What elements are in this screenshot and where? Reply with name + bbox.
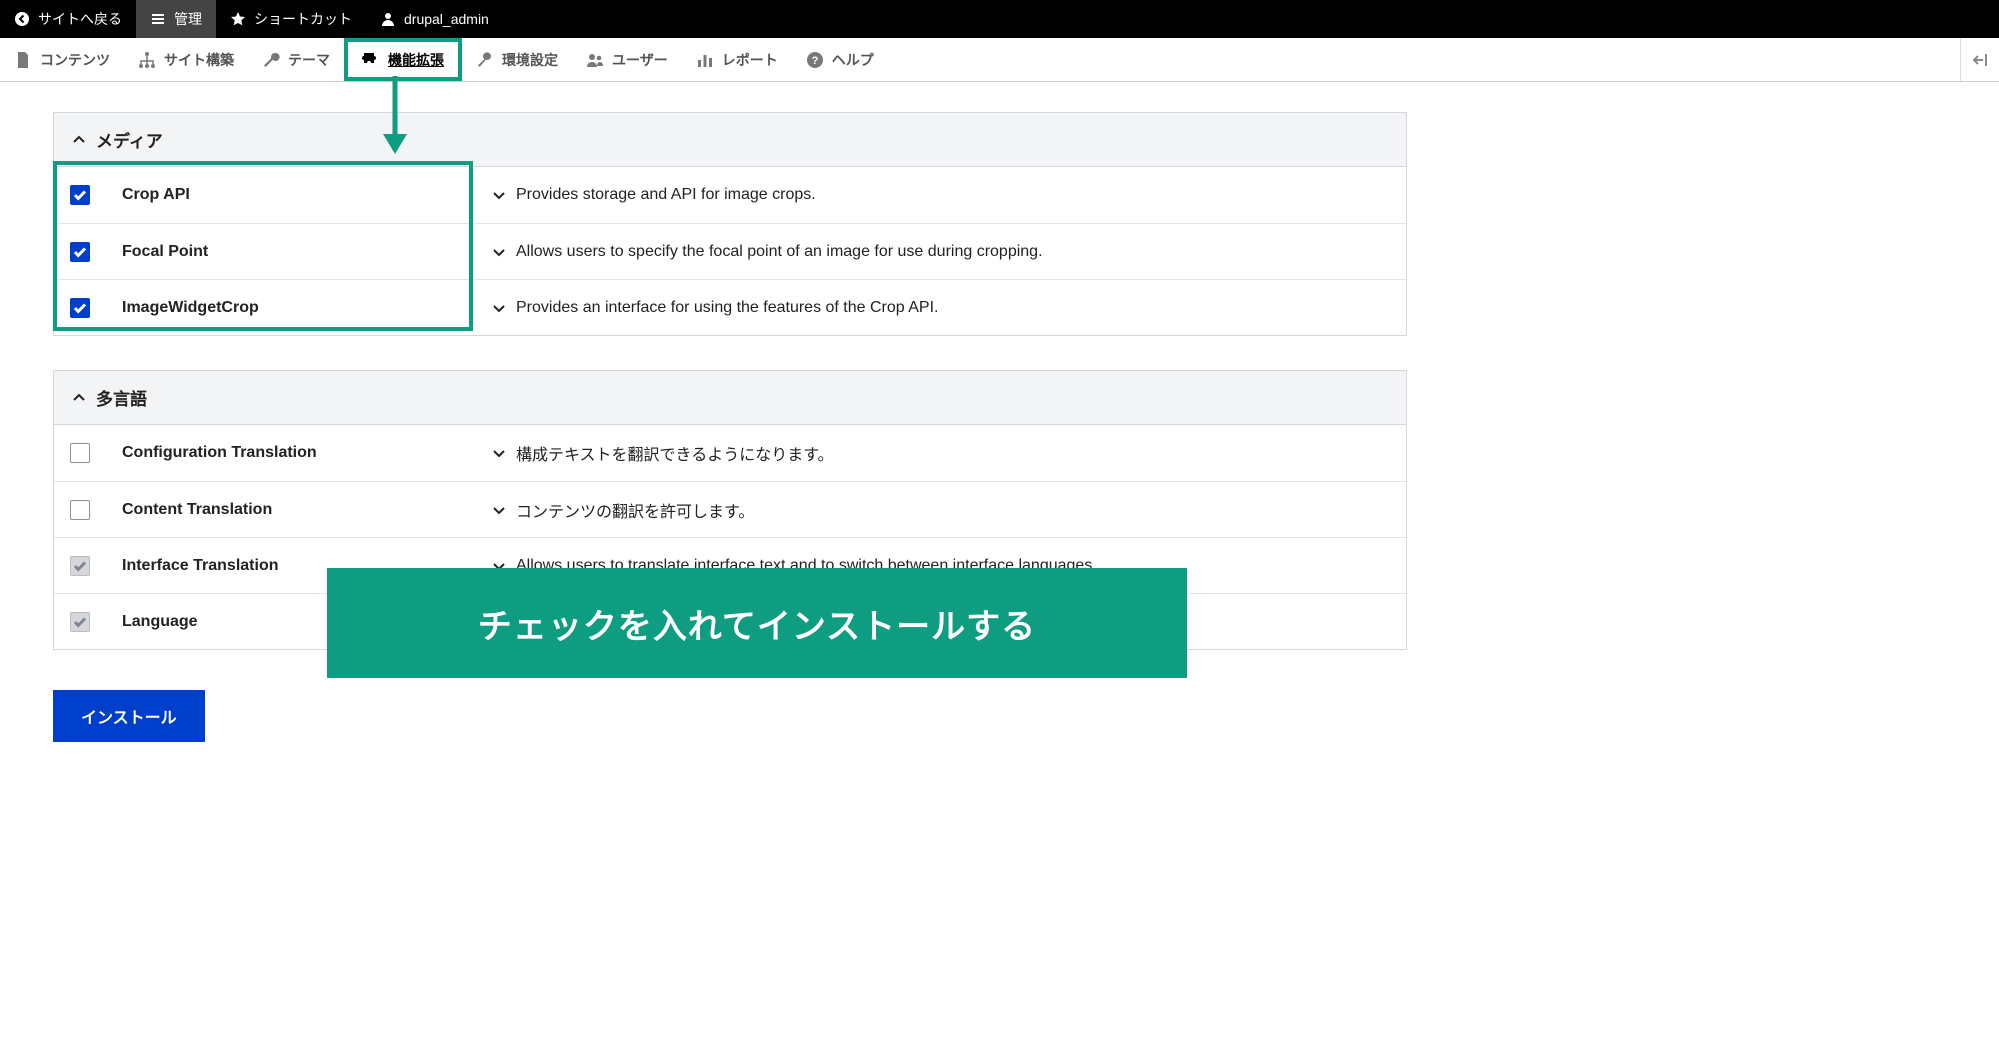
help-icon: ? bbox=[806, 51, 824, 69]
admin-config-label: 環境設定 bbox=[502, 50, 558, 70]
module-row: Focal Point Allows users to specify the f… bbox=[54, 223, 1406, 279]
module-row: ImageWidgetCrop Provides an interface for… bbox=[54, 279, 1406, 335]
annotation-banner: チェックを入れてインストールする bbox=[327, 568, 1187, 678]
admin-extend-label: 機能拡張 bbox=[388, 50, 444, 70]
hamburger-icon bbox=[150, 11, 166, 27]
section-media-title: メディア bbox=[96, 127, 163, 152]
user-menu[interactable]: drupal_admin bbox=[366, 0, 503, 38]
admin-reports-label: レポート bbox=[722, 50, 778, 70]
chevron-down-icon bbox=[492, 503, 506, 517]
module-description: Provides an interface for using the feat… bbox=[516, 299, 938, 317]
chevron-up-icon bbox=[72, 391, 86, 405]
structure-icon bbox=[138, 51, 156, 69]
chevron-down-icon bbox=[492, 188, 506, 202]
annotation-banner-text: チェックを入れてインストールする bbox=[478, 599, 1036, 648]
admin-collapse[interactable] bbox=[1960, 38, 1999, 81]
admin-extend[interactable]: 機能拡張 bbox=[344, 38, 462, 81]
chart-icon bbox=[696, 51, 714, 69]
user-label: drupal_admin bbox=[404, 11, 489, 27]
collapse-icon bbox=[1971, 51, 1989, 69]
module-description: 構成テキストを翻訳できるようになります。 bbox=[516, 441, 834, 465]
module-checkbox[interactable] bbox=[70, 185, 90, 205]
star-icon bbox=[230, 11, 246, 27]
user-icon bbox=[380, 11, 396, 27]
module-checkbox bbox=[70, 612, 90, 632]
svg-text:?: ? bbox=[811, 55, 818, 67]
admin-content[interactable]: コンテンツ bbox=[0, 38, 124, 81]
wrench-icon bbox=[262, 51, 280, 69]
module-name: Focal Point bbox=[122, 243, 492, 261]
module-name: Configuration Translation bbox=[122, 444, 492, 462]
module-checkbox[interactable] bbox=[70, 298, 90, 318]
module-description-cell[interactable]: Provides storage and API for image crops… bbox=[492, 186, 1392, 204]
people-icon bbox=[586, 51, 604, 69]
module-description-cell[interactable]: 構成テキストを翻訳できるようになります。 bbox=[492, 441, 1392, 465]
module-name: ImageWidgetCrop bbox=[122, 299, 492, 317]
module-description: Allows users to specify the focal point … bbox=[516, 243, 1043, 261]
file-icon bbox=[14, 51, 32, 69]
install-button[interactable]: インストール bbox=[53, 690, 205, 742]
admin-reports[interactable]: レポート bbox=[682, 38, 792, 81]
admin-help[interactable]: ? ヘルプ bbox=[792, 38, 888, 81]
topbar: サイトへ戻る 管理 ショートカット drupal_admin bbox=[0, 0, 1999, 38]
media-module-list: Crop API Provides storage and API for ima… bbox=[53, 167, 1407, 336]
module-checkbox[interactable] bbox=[70, 500, 90, 520]
section-multilang-title: 多言語 bbox=[96, 385, 147, 410]
module-description: Provides storage and API for image crops… bbox=[516, 186, 816, 204]
admin-help-label: ヘルプ bbox=[832, 50, 874, 70]
module-row: Crop API Provides storage and API for ima… bbox=[54, 167, 1406, 223]
admin-content-label: コンテンツ bbox=[40, 50, 110, 70]
adminbar: コンテンツ サイト構築 テーマ 機能拡張 環境設定 ユーザー レポート ? ヘル… bbox=[0, 38, 1999, 82]
module-name: Crop API bbox=[122, 186, 492, 204]
module-checkbox bbox=[70, 556, 90, 576]
admin-structure-label: サイト構築 bbox=[164, 50, 234, 70]
module-description-cell[interactable]: コンテンツの翻訳を許可します。 bbox=[492, 498, 1392, 522]
manage-toggle[interactable]: 管理 bbox=[136, 0, 216, 38]
wrench2-icon bbox=[476, 51, 494, 69]
back-icon bbox=[14, 11, 30, 27]
admin-people[interactable]: ユーザー bbox=[572, 38, 682, 81]
module-row: Configuration Translation 構成テキストを翻訳できるように… bbox=[54, 425, 1406, 481]
module-row: Content Translation コンテンツの翻訳を許可します。 bbox=[54, 481, 1406, 537]
admin-appearance-label: テーマ bbox=[288, 50, 330, 70]
admin-structure[interactable]: サイト構築 bbox=[124, 38, 248, 81]
shortcuts-label: ショートカット bbox=[254, 9, 352, 29]
module-checkbox[interactable] bbox=[70, 443, 90, 463]
back-to-site[interactable]: サイトへ戻る bbox=[0, 0, 136, 38]
back-to-site-label: サイトへ戻る bbox=[38, 9, 122, 29]
module-description-cell[interactable]: Provides an interface for using the feat… bbox=[492, 299, 1392, 317]
module-name: Content Translation bbox=[122, 501, 492, 519]
section-media-header[interactable]: メディア bbox=[53, 112, 1407, 167]
admin-config[interactable]: 環境設定 bbox=[462, 38, 572, 81]
module-description: コンテンツの翻訳を許可します。 bbox=[516, 498, 754, 522]
admin-appearance[interactable]: テーマ bbox=[248, 38, 344, 81]
chevron-down-icon bbox=[492, 446, 506, 460]
chevron-up-icon bbox=[72, 133, 86, 147]
manage-label: 管理 bbox=[174, 9, 202, 29]
chevron-down-icon bbox=[492, 301, 506, 315]
content-area: メディア Crop API Provides storage and API fo… bbox=[0, 82, 1460, 802]
chevron-down-icon bbox=[492, 245, 506, 259]
shortcuts[interactable]: ショートカット bbox=[216, 0, 366, 38]
puzzle-icon bbox=[362, 51, 380, 69]
section-multilang-header[interactable]: 多言語 bbox=[53, 370, 1407, 425]
module-checkbox[interactable] bbox=[70, 242, 90, 262]
admin-people-label: ユーザー bbox=[612, 50, 668, 70]
module-description-cell[interactable]: Allows users to specify the focal point … bbox=[492, 243, 1392, 261]
